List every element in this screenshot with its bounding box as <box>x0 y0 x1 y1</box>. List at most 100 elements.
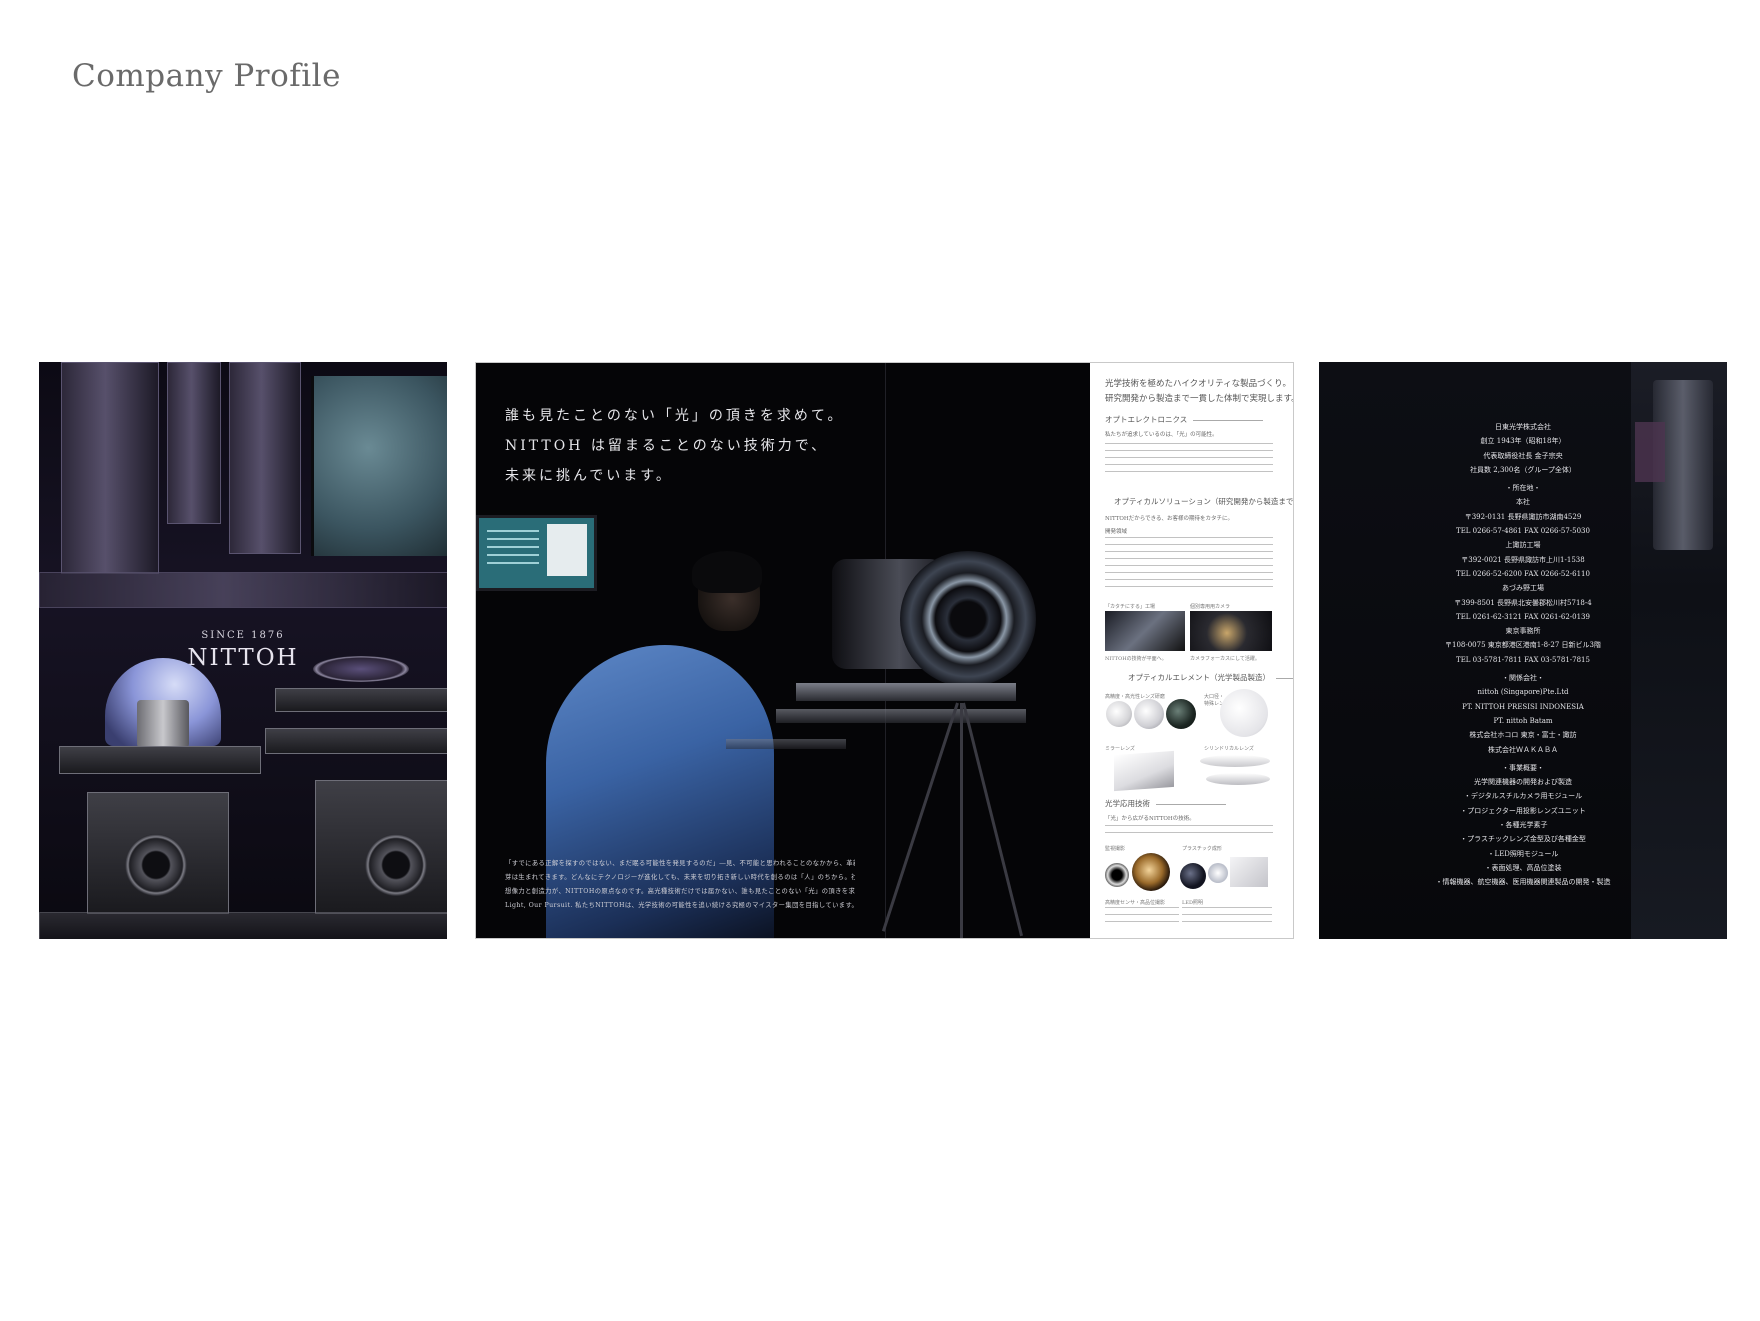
photo-note: NITTOHの技術が平面へ。 <box>1105 656 1167 662</box>
mirror-lens-image <box>1114 750 1174 792</box>
company-info-line: あづみ野工場 <box>1502 584 1544 593</box>
lens-holder <box>137 700 189 748</box>
company-info-line: 上諏訪工場 <box>1505 541 1541 550</box>
since-label: SINCE 1876 <box>201 630 285 641</box>
applied-image <box>1208 863 1228 883</box>
text-block <box>1105 825 1273 839</box>
applied-image <box>1105 863 1129 887</box>
company-info-line: TEL 0266-57-4861 FAX 0266-57-5030 <box>1456 527 1590 536</box>
cylindrical-lens-image <box>1200 755 1270 767</box>
company-info-line: 東京事務所 <box>1505 627 1541 636</box>
applied-caption: プラスチック成形 <box>1182 846 1222 852</box>
info-column: 光学技術を極めたハイクオリティな製品づくり。 研究開発から製造まで一貫した体制で… <box>1090 363 1294 938</box>
company-info-line: 光学関連機器の開発および製造 <box>1474 778 1572 787</box>
machine-column <box>61 362 159 574</box>
section-small-label: 開発領域 <box>1105 529 1128 535</box>
cylindrical-lens-image <box>1206 773 1270 785</box>
headline-line: NITTOH は留まることのない技術力で、 <box>505 438 829 454</box>
tripod-leg <box>962 702 1024 937</box>
company-info-line: 株式会社ホコロ 東京・富士・諏訪 <box>1469 731 1577 740</box>
machine-column <box>229 362 301 554</box>
company-info-line: 〒108-0075 東京都港区港南1-8-27 日新ビル3階 <box>1445 641 1601 650</box>
headline: 誰も見たことのない「光」の頂きを求めて。 NITTOH は留まることのない技術力… <box>505 401 844 491</box>
info-lead-line: 光学技術を極めたハイクオリティな製品づくり。 <box>1105 379 1291 389</box>
company-info-line: 本社 <box>1516 498 1530 507</box>
section-heading: オプティカルソリューション（研究開発から製造まで） <box>1114 497 1293 506</box>
camera-photo <box>1190 611 1272 651</box>
company-info-line: ・事業概要・ <box>1502 763 1544 772</box>
company-info-line: 代表取締役社長 金子宗央 <box>1483 451 1563 460</box>
machine-base <box>39 572 447 608</box>
element-caption: シリンドリカルレンズ <box>1204 746 1254 752</box>
lens-element-image <box>1166 699 1196 729</box>
company-info-line: ・LED照明モジュール <box>1487 849 1559 858</box>
micrometer-knob <box>125 834 187 896</box>
screen-graph <box>487 528 539 564</box>
text-block <box>1105 537 1273 593</box>
applied-image <box>1180 863 1206 889</box>
company-info-line: ・表面処理、高品位塗装 <box>1484 863 1562 872</box>
tripod-leg <box>960 703 963 938</box>
applied-image <box>1132 853 1170 891</box>
display-screen <box>311 376 447 556</box>
section-subtitle: 私たちが追求しているのは、「光」の可能性。 <box>1105 432 1218 438</box>
company-info-line: 〒392-0131 長野県諏訪市湖南4529 <box>1464 512 1582 521</box>
camera-lens <box>900 551 1036 687</box>
company-info-line: ・各種光学素子 <box>1498 821 1548 830</box>
micrometer-knob <box>365 834 427 896</box>
optical-bench <box>776 709 1026 723</box>
body-line: Light, Our Pursuit. 私たちNITTOHは、光学技術の可能性を… <box>505 902 855 909</box>
section-heading: オプトエレクトロニクス <box>1105 415 1263 424</box>
stage-platform <box>265 728 447 754</box>
lens-element-image <box>1106 701 1132 727</box>
info-lead-line: 研究開発から製造まで一貫した体制で実現します。 <box>1105 394 1294 404</box>
body-copy: 「すでにある正解を探すのではない、まだ眠る可能性を発見するのだ」―見、不可能と思… <box>505 857 855 913</box>
company-info: 日東光学株式会社 創立 1943年（昭和18年） 代表取締役社長 金子宗央 社員数 2… <box>1319 420 1727 890</box>
body-line: 「すでにある正解を探すのではない、まだ眠る可能性を発見するのだ」―見、不可能と思… <box>505 860 855 867</box>
company-info-line: ・プラスチックレンズ金型及び各種金型 <box>1460 835 1586 844</box>
applied-image <box>1230 857 1268 887</box>
company-info-line: nittoh (Singapore)Pte.Ltd <box>1477 688 1569 697</box>
optical-bench <box>796 683 1016 701</box>
section-subtitle: 「光」から広がるNITTOHの技術。 <box>1105 816 1195 822</box>
text-block <box>1105 907 1179 925</box>
machine-column <box>167 362 221 524</box>
monitor-screen <box>476 515 597 591</box>
tripod-leg <box>881 702 959 932</box>
large-lens-image <box>1220 689 1268 737</box>
section-heading: 光学応用技術 <box>1105 799 1226 808</box>
engineer-hair <box>692 551 762 593</box>
brochure-spread-panel: 誰も見たことのない「光」の頂きを求めて。 NITTOH は留まることのない技術力… <box>475 362 1294 939</box>
page-title: Company Profile <box>72 58 341 94</box>
headline-line: 誰も見たことのない「光」の頂きを求めて。 <box>505 408 845 424</box>
company-info-line: ・プロジェクター用投影レンズユニット <box>1460 806 1586 815</box>
body-line: 芽は生まれてきます。どんなにテクノロジーが進化しても、未来を切り拓き新しい時代を… <box>505 874 855 881</box>
factory-photo <box>1105 611 1185 651</box>
company-info-line: PT. NITTOH PRESISI INDONESIA <box>1462 702 1584 711</box>
screen-window <box>547 524 587 576</box>
stage-platform <box>59 746 261 774</box>
info-lead: 光学技術を極めたハイクオリティな製品づくり。 研究開発から製造まで一貫した体制で… <box>1105 377 1294 407</box>
optical-bench <box>726 739 846 749</box>
company-info-line: 社員数 2,300名（グループ全体） <box>1470 465 1576 474</box>
company-info-line: 〒392-0021 長野県諏訪市上川1-1538 <box>1461 555 1585 564</box>
lens-element-image <box>1134 699 1164 729</box>
company-info-line: 創立 1943年（昭和18年） <box>1480 437 1566 446</box>
section-subtitle: NITTOHだからできる、お客様の期待をカタチに。 <box>1105 516 1233 522</box>
photo-note: カメラフォーカスにして活躍。 <box>1190 656 1260 662</box>
headline-line: 未来に挑んでいます。 <box>505 468 673 484</box>
company-info-line: ・関係会社・ <box>1502 674 1544 683</box>
text-block <box>1105 443 1273 477</box>
stage-platform <box>275 688 447 712</box>
company-info-line: TEL 0266-52-6200 FAX 0266-52-6110 <box>1456 569 1590 578</box>
company-info-line: ・所在地・ <box>1505 484 1541 493</box>
applied-caption: 監視撮影 <box>1105 846 1126 852</box>
turntable <box>313 656 409 682</box>
table-top <box>39 912 447 939</box>
company-info-line: ・デジタルスチルカメラ用モジュール <box>1463 792 1583 801</box>
company-info-line: PT. nittoh Batam <box>1493 716 1553 725</box>
company-info-line: 〒399-8501 長野県北安曇郡松川村5718-4 <box>1454 598 1592 607</box>
company-info-line: ・情報機器、航空機器、医用機器関連製品の開発・製造 <box>1435 878 1611 887</box>
body-line: 想像力と創造力が、NITTOHの原点なのです。高光種技術だけでは届かない、誰も見… <box>505 888 855 895</box>
company-info-line: 株式会社ＷＡＫＡＢＡ <box>1488 745 1558 754</box>
